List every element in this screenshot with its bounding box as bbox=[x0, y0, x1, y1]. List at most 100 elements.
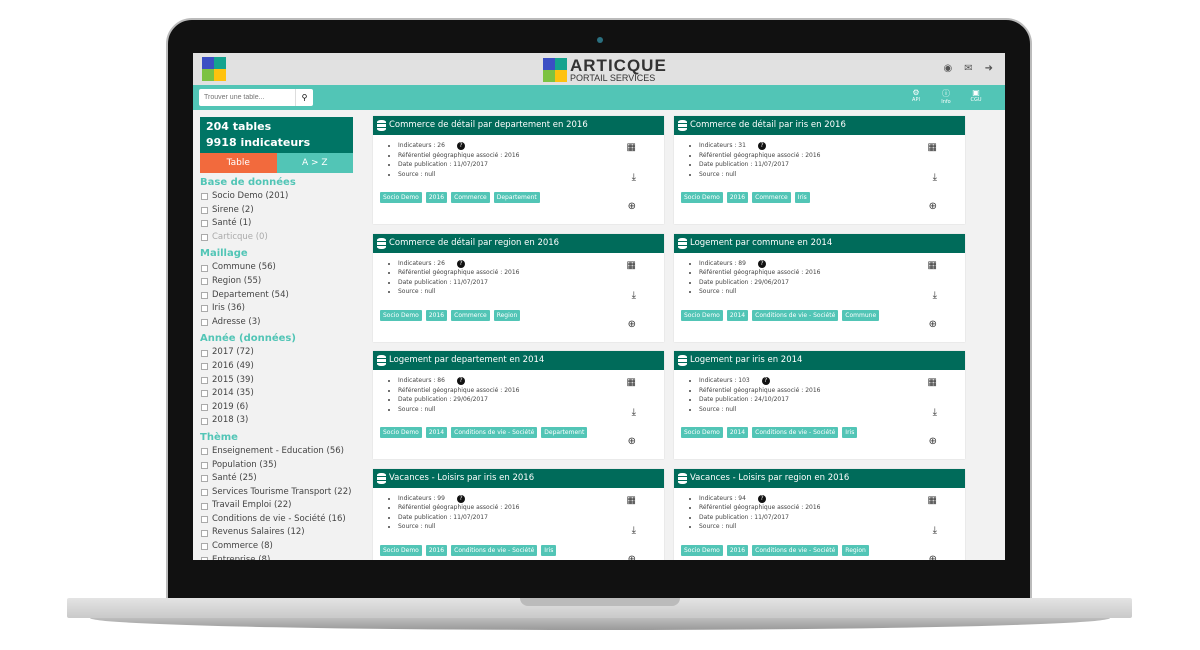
card-title[interactable]: Vacances - Loisirs par region en 2016 bbox=[674, 468, 965, 488]
checkbox[interactable] bbox=[201, 349, 208, 357]
filter-checkbox-item[interactable]: 2017 (72) bbox=[200, 346, 353, 360]
tag[interactable]: Commerce bbox=[451, 309, 490, 321]
filter-checkbox-item[interactable]: Conditions de vie - Société (16) bbox=[200, 513, 353, 527]
table-view-icon[interactable]: ▦ bbox=[928, 377, 937, 388]
help-icon[interactable]: ? bbox=[456, 259, 465, 268]
filter-checkbox-item[interactable]: Santé (1) bbox=[200, 217, 353, 231]
add-icon[interactable]: ⊕ bbox=[929, 554, 937, 561]
help-icon[interactable]: ? bbox=[757, 259, 766, 268]
filter-checkbox-item[interactable]: Entreprise (8) bbox=[200, 554, 353, 560]
mail-icon[interactable]: ✉ bbox=[964, 63, 972, 74]
cgu-button[interactable]: ▣ CGU bbox=[969, 88, 983, 105]
table-view-icon[interactable]: ▦ bbox=[928, 495, 937, 506]
checkbox[interactable] bbox=[201, 448, 208, 456]
checkbox[interactable] bbox=[201, 363, 208, 371]
help-icon[interactable]: ? bbox=[456, 377, 465, 385]
tag[interactable]: Conditions de vie - Société bbox=[752, 427, 839, 438]
checkbox[interactable] bbox=[201, 543, 208, 551]
add-icon[interactable]: ⊕ bbox=[628, 436, 636, 447]
download-icon[interactable]: ⤓ bbox=[933, 172, 937, 183]
download-icon[interactable]: ⤓ bbox=[632, 525, 636, 536]
download-icon[interactable]: ⤓ bbox=[933, 407, 937, 418]
api-button[interactable]: ⚙ API bbox=[909, 88, 923, 105]
tag[interactable]: Socio Demo bbox=[380, 309, 422, 321]
filter-checkbox-item[interactable]: Population (35) bbox=[200, 459, 353, 473]
checkbox[interactable] bbox=[201, 376, 208, 384]
card-title[interactable]: Commerce de détail par region en 2016 bbox=[373, 233, 664, 253]
checkbox[interactable] bbox=[201, 502, 208, 510]
table-view-icon[interactable]: ▦ bbox=[627, 495, 636, 506]
filter-checkbox-item[interactable]: Region (55) bbox=[200, 275, 353, 289]
tag[interactable]: Iris bbox=[842, 427, 858, 438]
tag[interactable]: 2016 bbox=[726, 544, 749, 556]
tag[interactable]: Iris bbox=[794, 192, 810, 203]
filter-checkbox-item[interactable]: Iris (36) bbox=[200, 302, 353, 316]
filter-checkbox-item[interactable]: Carticque (0) bbox=[200, 231, 353, 245]
tag[interactable]: 2016 bbox=[425, 192, 448, 203]
add-icon[interactable]: ⊕ bbox=[929, 436, 937, 447]
filter-checkbox-item[interactable]: Departement (54) bbox=[200, 289, 353, 303]
card-title[interactable]: Commerce de détail par iris en 2016 bbox=[674, 116, 965, 135]
checkbox[interactable] bbox=[201, 264, 208, 272]
download-icon[interactable]: ⤓ bbox=[632, 407, 636, 418]
checkbox[interactable] bbox=[201, 461, 208, 469]
checkbox[interactable] bbox=[201, 278, 208, 286]
filter-checkbox-item[interactable]: 2019 (6) bbox=[200, 401, 353, 415]
tag[interactable]: Socio Demo bbox=[681, 544, 723, 556]
card-title[interactable]: Logement par iris en 2014 bbox=[674, 351, 965, 370]
tag[interactable]: Commune bbox=[842, 309, 880, 321]
filter-checkbox-item[interactable]: 2016 (49) bbox=[200, 360, 353, 374]
tag[interactable]: Departement bbox=[493, 192, 540, 203]
filter-checkbox-item[interactable]: Enseignement - Education (56) bbox=[200, 445, 353, 459]
tag[interactable]: Socio Demo bbox=[681, 427, 723, 438]
checkbox[interactable] bbox=[201, 556, 208, 560]
checkbox[interactable] bbox=[201, 291, 208, 299]
add-icon[interactable]: ⊕ bbox=[929, 319, 937, 330]
logout-icon[interactable]: ➜ bbox=[985, 63, 993, 74]
download-icon[interactable]: ⤓ bbox=[933, 525, 937, 536]
add-icon[interactable]: ⊕ bbox=[628, 201, 636, 212]
help-icon[interactable]: ? bbox=[761, 377, 770, 385]
checkbox[interactable] bbox=[201, 206, 208, 214]
user-icon[interactable]: ◉ bbox=[943, 63, 952, 74]
filter-checkbox-item[interactable]: Adresse (3) bbox=[200, 316, 353, 330]
filter-checkbox-item[interactable]: 2018 (3) bbox=[200, 414, 353, 428]
help-icon[interactable]: ? bbox=[757, 494, 766, 503]
tag[interactable]: Socio Demo bbox=[681, 309, 723, 321]
help-icon[interactable]: ? bbox=[757, 142, 766, 150]
tag[interactable]: Socio Demo bbox=[380, 427, 422, 438]
filter-checkbox-item[interactable]: Socio Demo (201) bbox=[200, 190, 353, 204]
card-title[interactable]: Vacances - Loisirs par iris en 2016 bbox=[373, 468, 664, 488]
tag[interactable]: Departement bbox=[541, 427, 588, 438]
tag[interactable]: Conditions de vie - Société bbox=[451, 427, 538, 438]
add-icon[interactable]: ⊕ bbox=[929, 201, 937, 212]
tag[interactable]: 2016 bbox=[425, 544, 448, 556]
table-view-icon[interactable]: ▦ bbox=[627, 142, 636, 153]
download-icon[interactable]: ⤓ bbox=[632, 290, 636, 301]
checkbox[interactable] bbox=[201, 234, 208, 242]
tag[interactable]: 2016 bbox=[425, 309, 448, 321]
table-view-icon[interactable]: ▦ bbox=[627, 260, 636, 271]
table-view-icon[interactable]: ▦ bbox=[627, 377, 636, 388]
tab-table[interactable]: Table bbox=[200, 153, 277, 173]
checkbox[interactable] bbox=[201, 417, 208, 425]
checkbox[interactable] bbox=[201, 305, 208, 313]
checkbox[interactable] bbox=[201, 390, 208, 398]
checkbox[interactable] bbox=[201, 319, 208, 327]
card-title[interactable]: Logement par departement en 2014 bbox=[373, 351, 664, 370]
tag[interactable]: Socio Demo bbox=[380, 192, 422, 203]
download-icon[interactable]: ⤓ bbox=[632, 172, 636, 183]
table-view-icon[interactable]: ▦ bbox=[928, 142, 937, 153]
checkbox[interactable] bbox=[201, 193, 208, 201]
tag[interactable]: Iris bbox=[541, 544, 557, 556]
tag[interactable]: Socio Demo bbox=[380, 544, 422, 556]
add-icon[interactable]: ⊕ bbox=[628, 319, 636, 330]
filter-checkbox-item[interactable]: Santé (25) bbox=[200, 472, 353, 486]
filter-checkbox-item[interactable]: Commune (56) bbox=[200, 261, 353, 275]
tag[interactable]: Commerce bbox=[451, 192, 490, 203]
checkbox[interactable] bbox=[201, 475, 208, 483]
checkbox[interactable] bbox=[201, 488, 208, 496]
tag[interactable]: Socio Demo bbox=[681, 192, 723, 203]
table-view-icon[interactable]: ▦ bbox=[928, 260, 937, 271]
filter-checkbox-item[interactable]: 2015 (39) bbox=[200, 374, 353, 388]
